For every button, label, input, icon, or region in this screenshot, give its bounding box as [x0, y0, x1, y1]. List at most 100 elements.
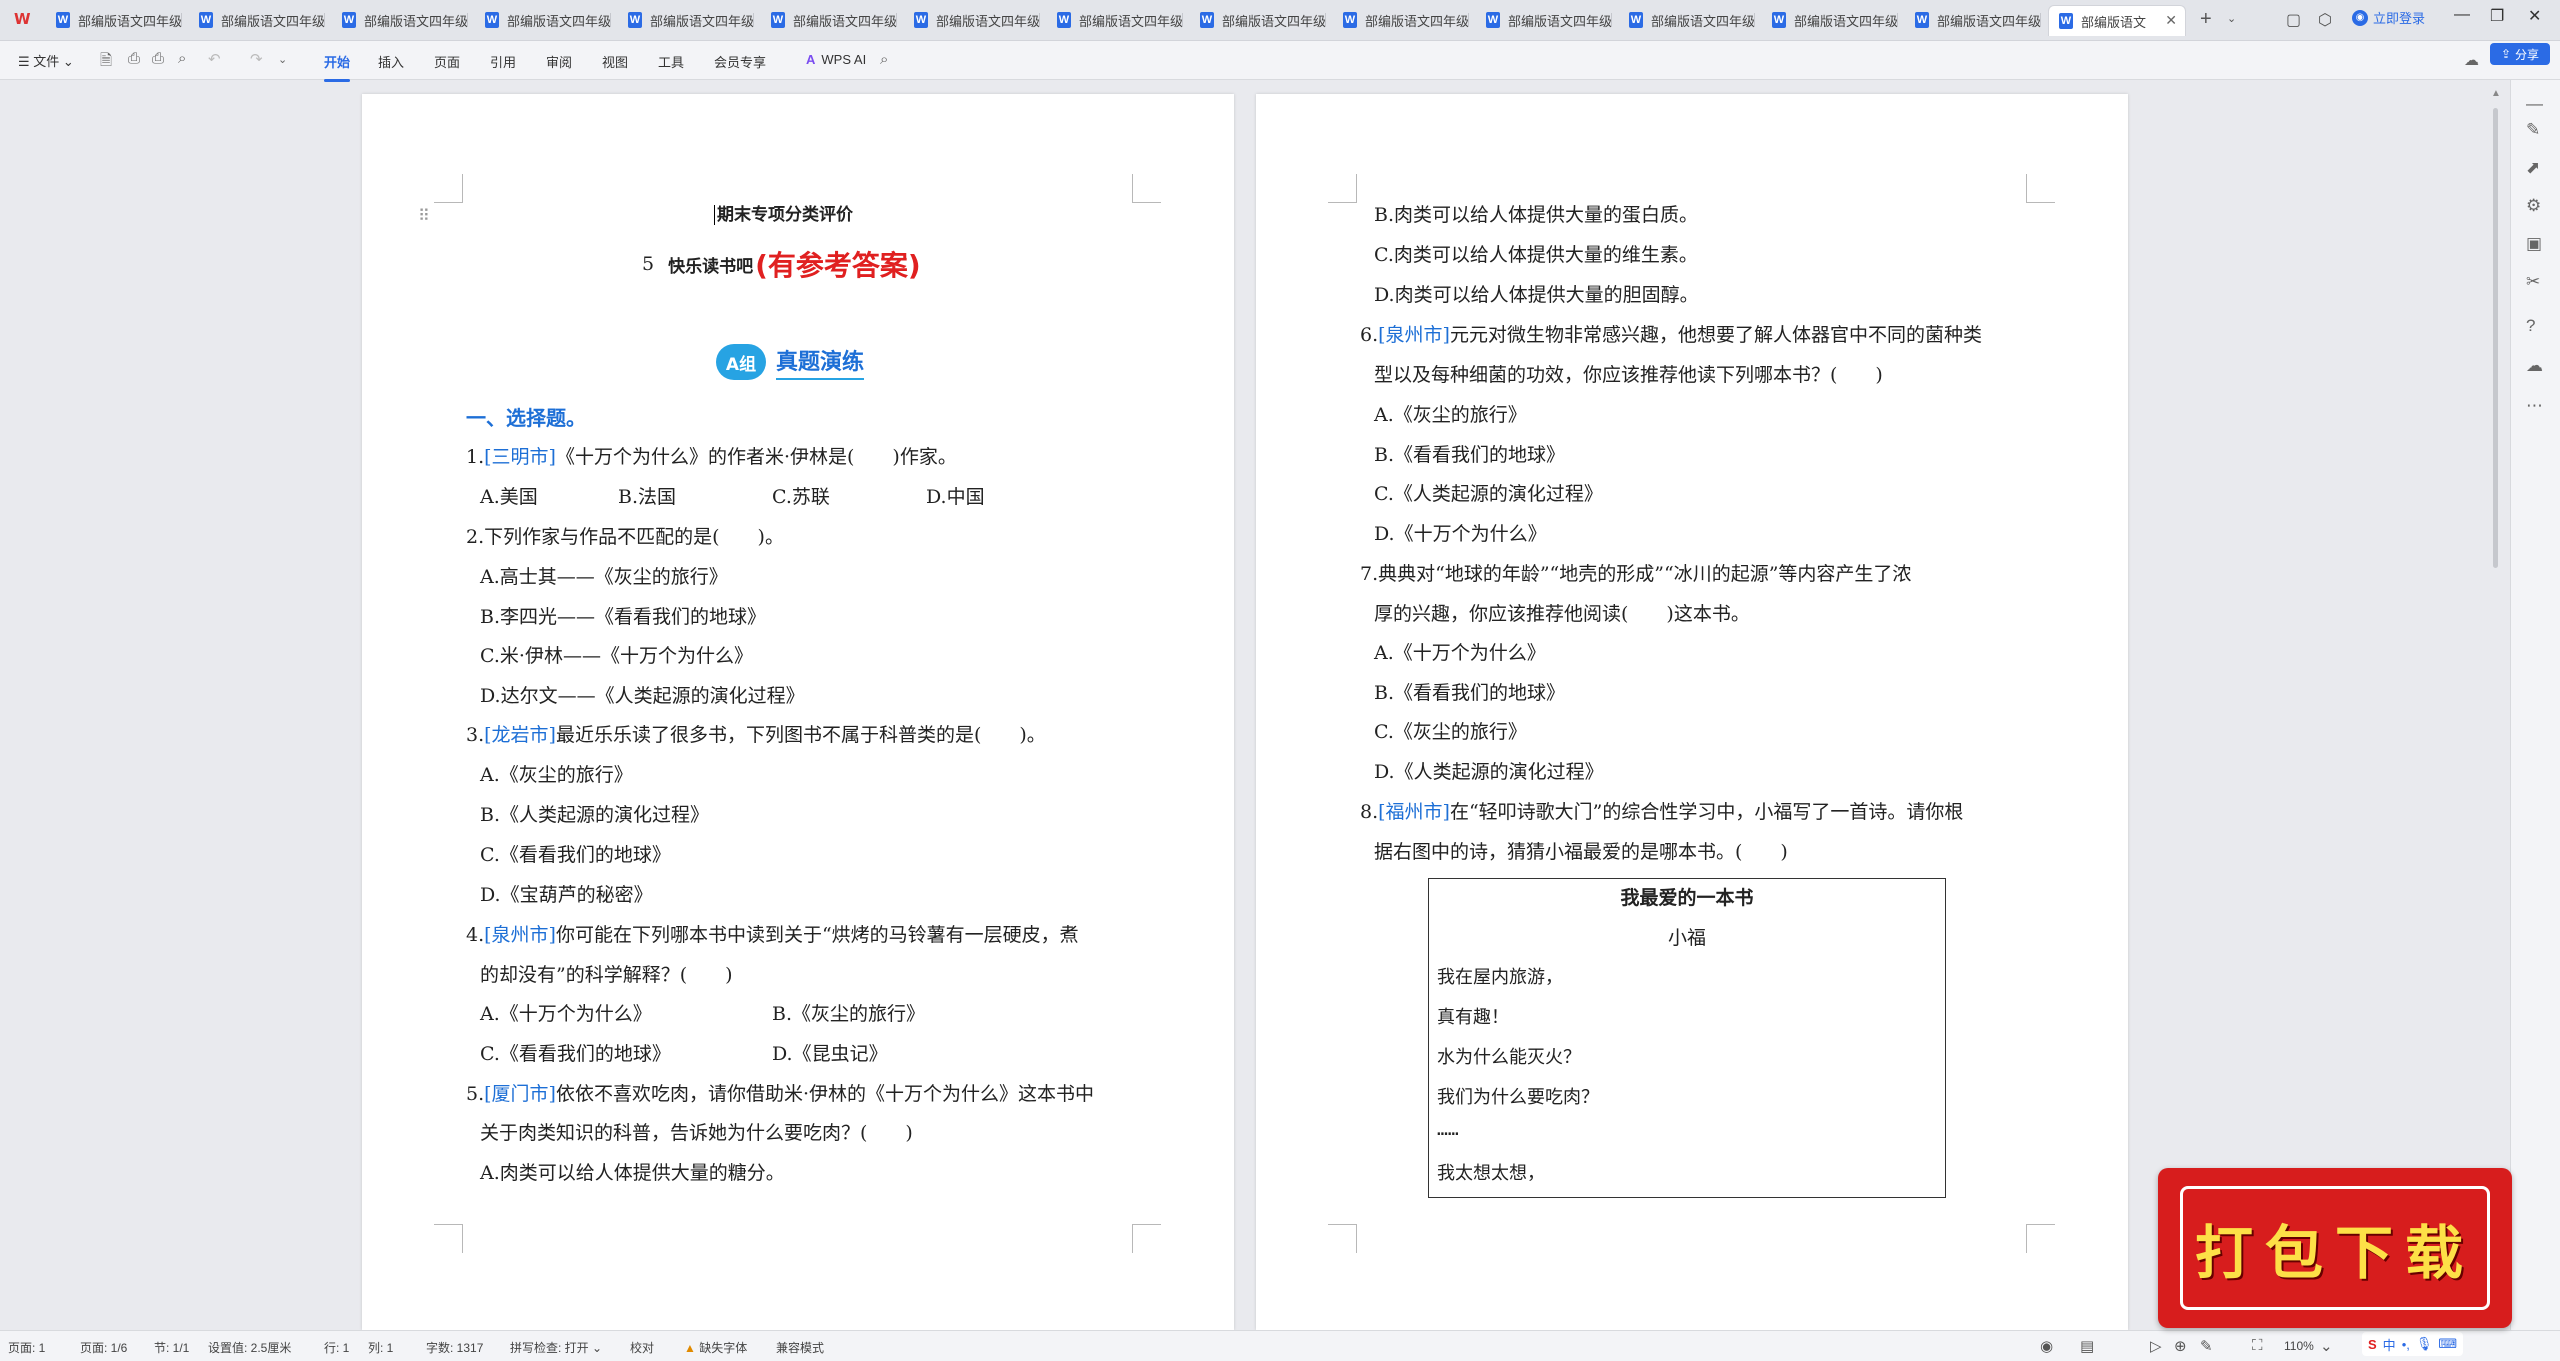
- wps-ai-label: WPS AI: [821, 52, 867, 67]
- document-tab[interactable]: W 部编版语文四年级: [1333, 5, 1469, 35]
- cube-icon[interactable]: ⬡: [2318, 10, 2332, 30]
- play-icon[interactable]: ▷: [2150, 1337, 2162, 1355]
- window-icon[interactable]: ▢: [2286, 10, 2301, 30]
- document-page-1[interactable]: ⠿ 期末专项分类评价 5 快乐读书吧 (有参考答案) A组 真题演练 一、选择题…: [362, 94, 1234, 1330]
- new-tab-button[interactable]: +: [2200, 8, 2212, 31]
- ribbon-tab[interactable]: 审阅: [546, 52, 572, 71]
- vertical-scrollbar[interactable]: ▲: [2490, 80, 2502, 1330]
- settings-icon[interactable]: ⚙: [2526, 196, 2541, 216]
- save-icon[interactable]: 🗎: [100, 50, 112, 75]
- pen-icon[interactable]: ✎: [2200, 1337, 2213, 1355]
- status-word-count[interactable]: 字数: 1317: [426, 1339, 483, 1356]
- status-row[interactable]: 行: 1: [324, 1339, 349, 1356]
- margin-corner: [1328, 174, 1357, 203]
- ribbon: ☰ 文件 ⌄ 🗎 ⎙ ⎙ ⌕ ↶ ↷ ⌄ 开始 插入 页面 引用 审阅 视图 工具 会员专享 …: [0, 41, 2560, 82]
- document-tab[interactable]: W 部编版语文四年级: [1905, 5, 2041, 35]
- tab-title: 部编版语文四年级: [936, 13, 1040, 29]
- ribbon-tab[interactable]: 工具: [658, 52, 684, 71]
- scroll-thumb[interactable]: [2493, 108, 2498, 568]
- word-doc-icon: W: [485, 12, 499, 28]
- document-tab[interactable]: W 部编版语文四年级: [1476, 5, 1612, 35]
- share-label: 分享: [2515, 47, 2540, 62]
- ribbon-tab[interactable]: 页面: [434, 52, 460, 71]
- status-compat-mode[interactable]: 兼容模式: [776, 1339, 824, 1356]
- status-setting[interactable]: 设置值: 2.5厘米: [208, 1339, 291, 1356]
- wps-logo-icon[interactable]: W: [14, 10, 36, 30]
- tools-icon[interactable]: ✂: [2526, 272, 2540, 292]
- status-section[interactable]: 节: 1/1: [154, 1339, 189, 1356]
- document-tab[interactable]: W 部编版语文四年级: [46, 5, 182, 35]
- image-icon[interactable]: ▣: [2526, 234, 2542, 254]
- document-tab[interactable]: W 部编版语文四年级: [618, 5, 754, 35]
- status-page[interactable]: 页面: 1: [8, 1339, 45, 1356]
- scroll-up-icon[interactable]: ▲: [2491, 88, 2501, 99]
- document-tab[interactable]: W 部编版语文四年级: [475, 5, 611, 35]
- page-view-icon[interactable]: ▤: [2080, 1337, 2094, 1355]
- word-doc-icon: W: [914, 12, 928, 28]
- word-doc-icon: W: [2059, 13, 2073, 29]
- share-button[interactable]: ⇪ 分享: [2490, 43, 2550, 65]
- tab-dropdown-icon[interactable]: ⌄: [2227, 12, 2236, 25]
- document-tab[interactable]: W 部编版语文 ✕: [2048, 5, 2186, 36]
- download-package-badge[interactable]: 打包下载: [2158, 1168, 2512, 1328]
- ime-toolbar[interactable]: S 中 •, 🎙 ⌨: [2362, 1332, 2464, 1356]
- document-tab[interactable]: W 部编版语文四年级: [332, 5, 468, 35]
- print-preview-icon[interactable]: ⌕: [178, 50, 186, 67]
- zoom-dropdown-icon[interactable]: ⌄: [2320, 1337, 2333, 1355]
- fit-page-icon[interactable]: ⛶: [2252, 1337, 2263, 1354]
- search-icon[interactable]: ⌕: [880, 51, 888, 68]
- help-icon[interactable]: ?: [2526, 316, 2535, 336]
- document-tab[interactable]: W 部编版语文四年级: [761, 5, 897, 35]
- zoom-level[interactable]: 110%: [2284, 1339, 2314, 1353]
- edit-icon[interactable]: ✎: [2526, 120, 2540, 140]
- status-pages[interactable]: 页面: 1/6: [80, 1339, 127, 1356]
- word-doc-icon: W: [199, 12, 213, 28]
- document-tab[interactable]: W 部编版语文四年级: [904, 5, 1040, 35]
- restore-button[interactable]: ❐: [2490, 6, 2504, 26]
- web-view-icon[interactable]: ⊕: [2174, 1337, 2187, 1355]
- document-tab[interactable]: W 部编版语文四年级: [1619, 5, 1755, 35]
- tab-separator: [467, 13, 468, 27]
- document-page-2[interactable]: B.肉类可以给人体提供大量的蛋白质。 C.肉类可以给人体提供大量的维生素。 D.…: [1256, 94, 2128, 1330]
- collapse-icon[interactable]: —: [2526, 94, 2543, 114]
- cloud-icon[interactable]: ☁: [2526, 356, 2543, 376]
- word-doc-icon: W: [1772, 12, 1786, 28]
- document-tab[interactable]: W 部编版语文四年级: [1762, 5, 1898, 35]
- export-pdf-icon[interactable]: ⎙: [128, 50, 140, 67]
- document-tab[interactable]: W 部编版语文四年级: [1190, 5, 1326, 35]
- word-doc-icon: W: [1915, 12, 1929, 28]
- undo-icon[interactable]: ↶: [208, 50, 221, 68]
- more-icon[interactable]: ⋯: [2526, 396, 2543, 416]
- customize-chevron-icon[interactable]: ⌄: [278, 53, 287, 66]
- eye-icon[interactable]: ◉: [2040, 1337, 2053, 1355]
- doc-title: 期末专项分类评价: [714, 200, 853, 225]
- close-tab-icon[interactable]: ✕: [2165, 12, 2177, 29]
- cloud-sync-icon[interactable]: ☁: [2464, 51, 2479, 69]
- drag-handle-icon[interactable]: ⠿: [418, 206, 430, 225]
- close-window-button[interactable]: ✕: [2528, 6, 2541, 26]
- option: B.《人类起源的演化过程》: [480, 804, 710, 826]
- margin-corner: [434, 174, 463, 203]
- file-menu[interactable]: ☰ 文件 ⌄: [18, 51, 74, 70]
- text-cursor: [714, 205, 715, 225]
- user-avatar-icon: ◉: [2352, 9, 2368, 26]
- punct-icon: •,: [2401, 1336, 2410, 1352]
- ribbon-tab[interactable]: 视图: [602, 52, 628, 71]
- ribbon-tab[interactable]: 引用: [490, 52, 516, 71]
- poem-line: 我在屋内旅游，: [1437, 967, 1563, 988]
- redo-icon[interactable]: ↷: [250, 50, 263, 68]
- document-tab[interactable]: W 部编版语文四年级: [189, 5, 325, 35]
- status-proofread[interactable]: 校对: [630, 1339, 654, 1356]
- ribbon-tab[interactable]: 插入: [378, 52, 404, 71]
- status-spell-check[interactable]: 拼写检查: 打开 ⌄: [510, 1339, 602, 1356]
- ribbon-tab[interactable]: 会员专享: [714, 52, 766, 71]
- minimize-button[interactable]: —: [2454, 6, 2470, 24]
- login-button[interactable]: ◉ 立即登录: [2352, 8, 2425, 27]
- wps-ai-button[interactable]: A WPS AI: [806, 52, 866, 67]
- ribbon-tab[interactable]: 开始: [324, 52, 351, 82]
- document-tab[interactable]: W 部编版语文四年级: [1047, 5, 1183, 35]
- status-col[interactable]: 列: 1: [368, 1339, 393, 1356]
- status-missing-font[interactable]: ▲ 缺失字体: [684, 1339, 747, 1356]
- print-icon[interactable]: ⎙: [152, 50, 164, 67]
- select-icon[interactable]: ⬈: [2526, 158, 2540, 178]
